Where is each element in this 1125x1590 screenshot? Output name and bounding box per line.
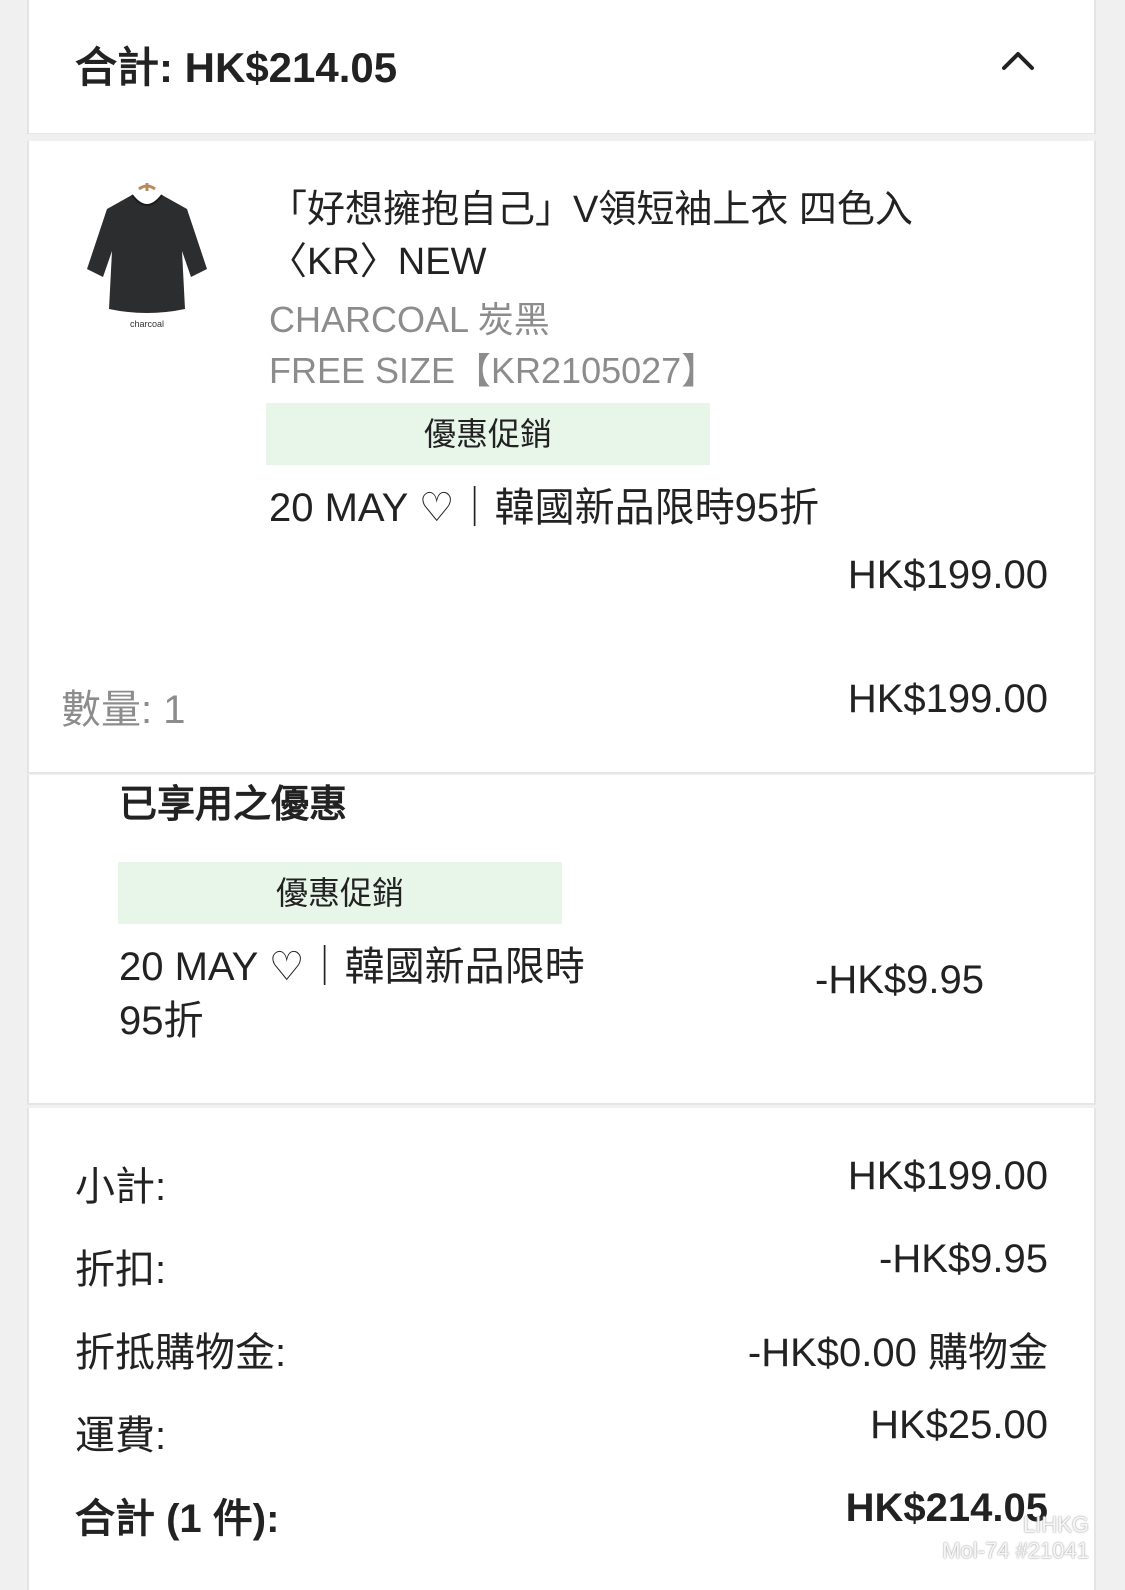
order-total-title: 合計: HK$214.05 xyxy=(75,44,398,91)
quantity-label: 數量: 1 xyxy=(61,688,186,732)
applied-discounts-heading: 已享用之優惠 xyxy=(119,784,348,826)
watermark: LIHKG Mol-74 #21041 xyxy=(942,1512,1089,1564)
subtotal-value: HK$199.00 xyxy=(847,1154,1048,1198)
summary-row-total: 合計 (1 件): HK$214.05 xyxy=(75,1486,1048,1546)
product-thumbnail[interactable]: charcoal xyxy=(77,181,217,331)
cart-item: charcoal 「好想擁抱自己」V領短袖上衣 四色入〈KR〉NEW CHARC… xyxy=(27,141,1096,774)
total-label: 合計 (1 件): xyxy=(75,1497,280,1541)
product-size: FREE SIZE【KR2105027】 xyxy=(269,350,718,391)
applied-promo-badge: 優惠促銷 xyxy=(118,862,562,924)
discount-value: -HK$9.95 xyxy=(879,1237,1048,1281)
summary-row-credit: 折抵購物金: -HK$0.00 購物金 xyxy=(75,1320,1048,1380)
chevron-up-icon[interactable] xyxy=(998,42,1038,82)
summary-row-shipping: 運費: HK$25.00 xyxy=(75,1403,1048,1463)
watermark-line1: LIHKG xyxy=(1022,1512,1089,1537)
shipping-label: 運費: xyxy=(75,1414,167,1458)
credit-label: 折抵購物金: xyxy=(75,1331,287,1375)
order-total-header[interactable]: 合計: HK$214.05 xyxy=(27,0,1096,134)
applied-discounts-section: 已享用之優惠 優惠促銷 20 MAY ♡｜韓國新品限時 95折 -HK$9.95 xyxy=(27,775,1096,1105)
promo-badge: 優惠促銷 xyxy=(266,403,710,465)
thumbnail-label: charcoal xyxy=(130,319,164,329)
shipping-value: HK$25.00 xyxy=(870,1403,1048,1447)
applied-promo-line2: 95折 xyxy=(119,999,204,1043)
unit-price: HK$199.00 xyxy=(847,553,1048,597)
subtotal-label: 小計: xyxy=(75,1165,167,1209)
product-name[interactable]: 「好想擁抱自己」V領短袖上衣 四色入〈KR〉NEW xyxy=(269,184,989,288)
line-total: HK$199.00 xyxy=(847,677,1048,721)
credit-value: -HK$0.00 購物金 xyxy=(747,1331,1048,1375)
summary-row-subtotal: 小計: HK$199.00 xyxy=(75,1154,1048,1214)
watermark-line2: Mol-74 #21041 xyxy=(942,1538,1089,1563)
product-color: CHARCOAL 炭黑 xyxy=(269,299,550,340)
promo-description: 20 MAY ♡｜韓國新品限時95折 xyxy=(269,486,820,530)
order-summary: 小計: HK$199.00 折扣: -HK$9.95 折抵購物金: -HK$0.… xyxy=(27,1108,1096,1590)
summary-row-discount: 折扣: -HK$9.95 xyxy=(75,1237,1048,1297)
applied-discount-amount: -HK$9.95 xyxy=(815,958,984,1002)
discount-label: 折扣: xyxy=(75,1248,167,1292)
applied-promo-line1: 20 MAY ♡｜韓國新品限時 xyxy=(119,945,585,989)
